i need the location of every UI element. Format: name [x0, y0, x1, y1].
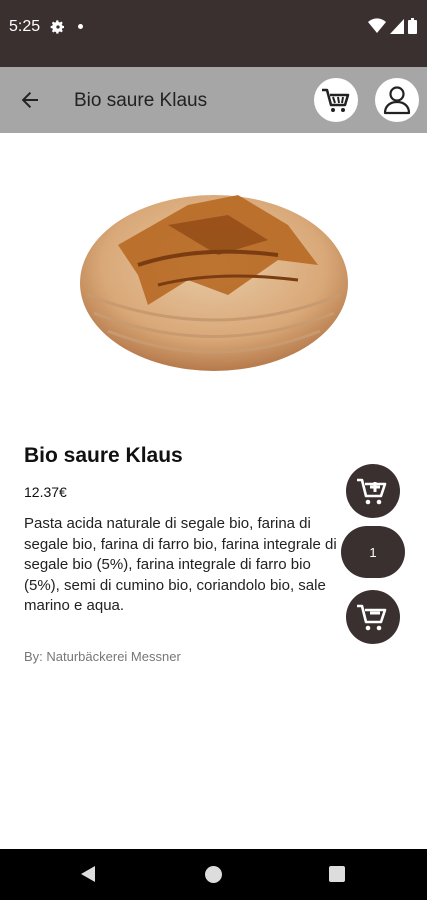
- nav-recents-icon[interactable]: [329, 866, 345, 882]
- bread-loaf-image: [80, 195, 348, 371]
- nav-home-icon[interactable]: [205, 866, 222, 883]
- add-to-cart-button[interactable]: [346, 464, 400, 518]
- shopping-cart-icon: [322, 88, 350, 112]
- status-time: 5:25: [9, 18, 41, 35]
- quantity-display: 1: [341, 526, 405, 578]
- wifi-icon: [368, 18, 386, 33]
- product-description: Pasta acida naturale di segale bio, fari…: [24, 515, 337, 614]
- product-price: 12.37€: [24, 484, 67, 500]
- nav-back-icon[interactable]: [80, 865, 96, 883]
- status-indicators: [368, 18, 417, 34]
- cart-minus-icon: [357, 604, 387, 631]
- status-bar: 5:25: [0, 0, 427, 67]
- product-name: Bio saure Klaus: [24, 444, 183, 467]
- gear-icon: [50, 20, 64, 34]
- cart-plus-icon: [357, 478, 387, 505]
- person-icon: [383, 86, 411, 115]
- product-seller: By: Naturbäckerei Messner: [24, 649, 181, 664]
- cart-button[interactable]: [314, 78, 358, 122]
- system-nav-bar: [0, 849, 427, 900]
- arrow-back-icon[interactable]: [14, 84, 46, 116]
- profile-button[interactable]: [375, 78, 419, 122]
- signal-icon: [390, 19, 404, 34]
- battery-icon: [408, 18, 417, 34]
- page-title: Bio saure Klaus: [74, 90, 208, 111]
- notification-dot-icon: [78, 24, 83, 29]
- remove-from-cart-button[interactable]: [346, 590, 400, 644]
- app-bar: Bio saure Klaus: [0, 67, 427, 133]
